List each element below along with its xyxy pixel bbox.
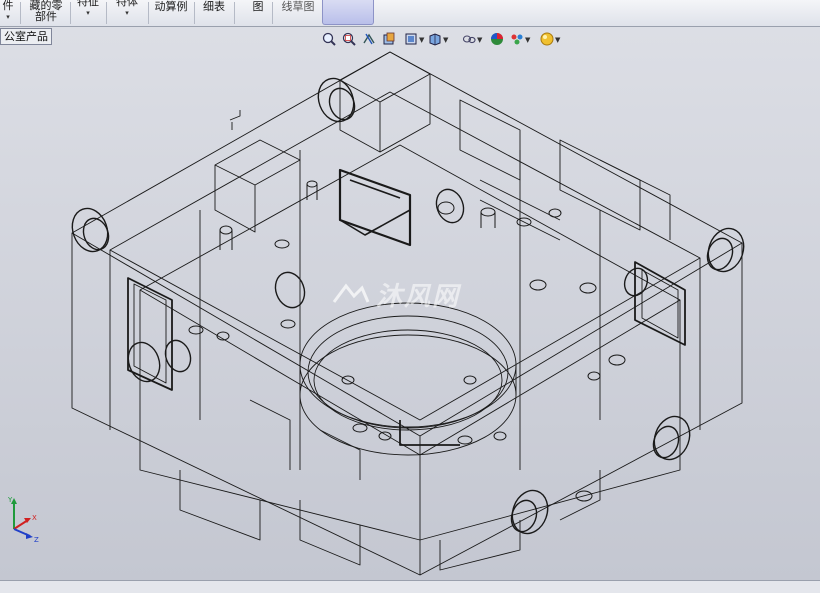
y-axis-label: Y [7, 496, 13, 504]
toolbar-separator [20, 2, 21, 24]
toolbar-separator [234, 2, 235, 24]
toolbar-button-2-label: 特征 [77, 0, 99, 8]
toolbar-button-2-sub: ▾ [86, 9, 90, 17]
status-bar [0, 580, 820, 593]
toolbar-button-sketch[interactable]: 线草图 [280, 1, 316, 27]
z-axis-label: Z [34, 536, 39, 544]
toolbar-separator [194, 2, 195, 24]
toolbar-button-7-label: 线草图 [281, 0, 315, 13]
toolbar-button-3-label: 特体 [116, 0, 138, 8]
axis-triad: Y X Z [7, 496, 39, 544]
toolbar-button-0-sub: ▾ [6, 13, 10, 21]
toolbar-button-motion-study[interactable]: 动算例 [152, 1, 190, 27]
toolbar-button-bom[interactable]: 细表 [200, 1, 228, 27]
toolbar-button-0-label: 件 [2, 0, 14, 12]
toolbar-button-3-sub: ▾ [125, 9, 129, 17]
toolbar-button-4-label: 动算例 [154, 0, 188, 13]
watermark-logo-icon [332, 283, 370, 303]
toolbar-separator [272, 2, 273, 24]
toolbar-button-drawing[interactable]: 图 [250, 1, 266, 27]
toolbar-button-0[interactable]: 件 ▾ [0, 0, 16, 26]
x-axis-label: X [32, 514, 37, 522]
x-axis-line [13, 519, 29, 530]
command-manager-toolbar: 件 ▾ 藏的零 部件 特征 ▾ 特体 ▾ 动算例 细表 图 线草图 [0, 0, 820, 27]
toolbar-button-features[interactable]: 特征 ▾ [74, 0, 102, 22]
toolbar-separator [70, 2, 71, 24]
toolbar-button-1-sub: 部件 [35, 10, 57, 23]
toolbar-button-special[interactable]: 特体 ▾ [112, 0, 142, 22]
watermark-text: 沐风网 [376, 282, 461, 312]
toolbar-button-hidden-components[interactable]: 藏的零 部件 [26, 0, 66, 26]
toolbar-button-6-label: 图 [252, 0, 264, 13]
toolbar-separator [148, 2, 149, 24]
toolbar-button-5-label: 细表 [203, 0, 225, 13]
z-axis-arrow [26, 533, 33, 539]
toolbar-separator [106, 2, 107, 24]
toolbar-active-tab[interactable] [322, 0, 374, 25]
